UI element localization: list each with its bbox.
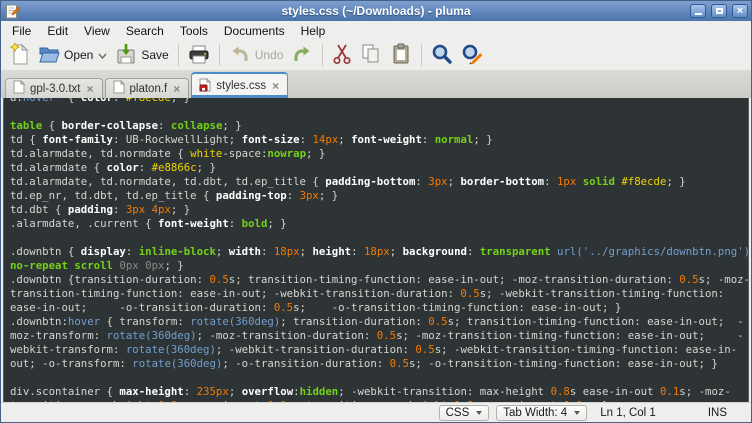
insert-mode-indicator: INS [708,407,727,419]
tab-close-icon[interactable]: × [271,80,280,92]
undo-icon [229,43,251,68]
menu-documents[interactable]: Documents [216,23,293,39]
code-line: webkit-transform: rotate(360deg); -webki… [10,343,748,357]
code-line: .alarmdate, .current { font-weight: bold… [10,217,748,231]
document-modified-icon [199,78,211,95]
toolbar-separator [178,44,179,66]
open-button-label: Open [64,48,93,62]
code-line: transition-timing-function: ease-in-out;… [10,287,748,301]
code-line: a:hover { color: #f8ecde; } [10,98,748,105]
tab-close-icon[interactable]: × [86,83,95,95]
toolbar-separator [219,44,220,66]
tab-close-icon[interactable]: × [172,83,181,95]
copy-button[interactable] [356,41,386,70]
code-line: transition: max-height 0.8s ease-in-out … [10,399,748,402]
code-line: table { border-collapse: collapse; } [10,119,748,133]
code-line: td.alarmdate, td.normdate { white-space:… [10,147,748,161]
maximize-icon [716,8,723,14]
cut-button[interactable] [328,41,356,70]
code-line: td.dbt { padding: 3px 4px; } [10,203,748,217]
toolbar-separator [322,44,323,66]
code-line [10,105,748,119]
pluma-window: styles.css (~/Downloads) - pluma × FileE… [0,0,752,423]
code-line: td.alarmdate { color: #e8866c; } [10,161,748,175]
code-line: td.alarmdate, td.normdate, td.dbt, td.ep… [10,175,748,189]
menu-edit[interactable]: Edit [39,23,76,39]
status-bar: CSS Tab Width: 4 Ln 1, Col 1 INS [1,402,751,422]
find-button[interactable] [427,41,457,70]
redo-button[interactable] [287,41,317,70]
text-editor-area[interactable]: a:hover { color: #f8ecde; } table { bord… [3,98,749,402]
code-content: a:hover { color: #f8ecde; } table { bord… [10,98,748,402]
redo-icon [291,43,313,68]
tab-label: gpl-3.0.txt [30,83,81,95]
tab-platon.f[interactable]: platon.f × [105,78,190,98]
tab-width-selector[interactable]: Tab Width: 4 [496,405,587,421]
undo-button[interactable]: Undo [225,41,288,70]
code-line: out; -o-transform: rotate(360deg); -o-tr… [10,357,748,371]
title-bar: styles.css (~/Downloads) - pluma × [1,1,751,21]
copy-icon [360,43,382,68]
tab-bar: gpl-3.0.txt × platon.f × styles.css × [1,71,751,98]
toolbar-separator [421,44,422,66]
window-title: styles.css (~/Downloads) - pluma [1,4,751,18]
menu-bar: FileEditViewSearchToolsDocumentsHelp [1,21,751,40]
menu-file[interactable]: File [4,23,39,39]
replace-button[interactable] [457,41,487,70]
code-line: ease-in-out; -o-transition-duration: 0.5… [10,301,748,315]
undo-button-label: Undo [255,48,284,62]
code-line: moz-transform: rotate(360deg); -moz-tran… [10,329,748,343]
tab-label: platon.f [130,83,168,95]
tab-styles.css[interactable]: styles.css × [191,72,288,98]
chevron-down-icon [574,411,580,415]
menu-view[interactable]: View [76,23,118,39]
document-icon [13,80,25,97]
code-line [10,371,748,385]
code-line: .downbtn {transition-duration: 0.5s; tra… [10,273,748,287]
minimize-icon [695,13,702,15]
dropdown-icon[interactable] [98,48,107,62]
code-line: .downbtn:hover { transform: rotate(360de… [10,315,748,329]
print-button[interactable] [184,41,214,70]
save-button-label: Save [141,48,168,62]
pluma-app-icon [5,4,20,19]
menu-help[interactable]: Help [293,23,334,39]
save-icon [115,43,137,68]
replace-icon [461,43,483,68]
minimize-button[interactable] [690,4,706,18]
open-folder-icon [38,43,60,68]
maximize-button[interactable] [711,4,727,18]
cursor-position: Ln 1, Col 1 [600,407,656,419]
code-line: div.scontainer { max-height: 235px; over… [10,385,748,399]
code-line: td.ep_nr, td.dbt, td.ep_title { padding-… [10,189,748,203]
find-icon [431,43,453,68]
tab-width-value: Tab Width: 4 [503,407,567,419]
document-icon [113,80,125,97]
tab-label: styles.css [216,80,266,92]
menu-tools[interactable]: Tools [172,23,216,39]
new-button[interactable] [6,41,34,70]
menu-search[interactable]: Search [118,23,172,39]
chevron-down-icon [476,411,482,415]
close-icon: × [737,6,743,17]
code-line [10,231,748,245]
language-selector[interactable]: CSS [439,405,490,421]
code-line: no-repeat scroll 0px 0px; } [10,259,748,273]
tab-gpl-3.0.txt[interactable]: gpl-3.0.txt × [5,78,103,98]
paste-button[interactable] [386,41,416,70]
open-button[interactable]: Open [34,41,111,70]
print-icon [188,43,210,68]
paste-icon [390,43,412,68]
save-button[interactable]: Save [111,41,172,70]
cut-icon [332,43,352,68]
new-document-icon [10,43,30,68]
language-selector-value: CSS [446,407,470,419]
close-button[interactable]: × [732,4,748,18]
code-line: td { font-family: UB-RockwellLight; font… [10,133,748,147]
toolbar: Open Save Undo [1,40,751,71]
code-line: .downbtn { display: inline-block; width:… [10,245,748,259]
